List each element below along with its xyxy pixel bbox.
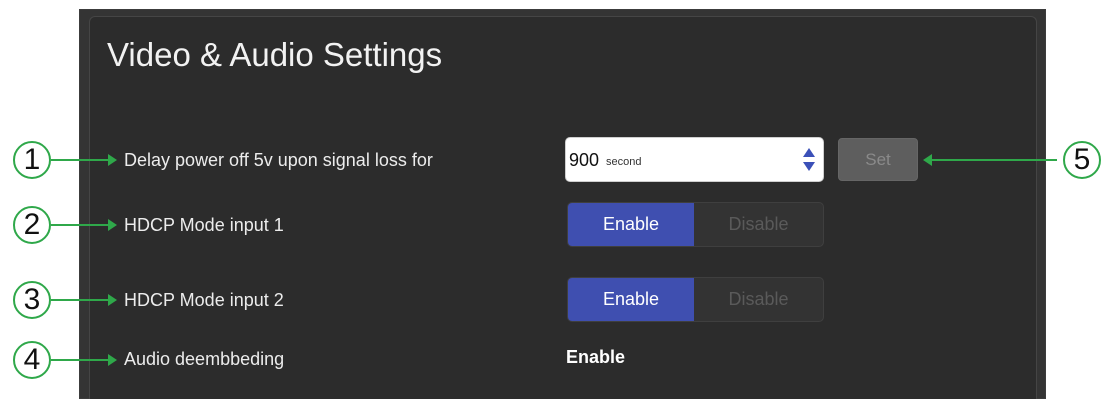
delay-seconds-value: 900 bbox=[569, 150, 600, 170]
stepper-down-icon[interactable] bbox=[803, 162, 815, 171]
audio-deembedding-label: Audio deembbeding bbox=[124, 349, 285, 369]
callout-arrow-4 bbox=[51, 354, 117, 366]
audio-deembedding-value: Enable bbox=[566, 347, 626, 367]
hdcp-input-1-enable-button[interactable]: Enable bbox=[568, 203, 694, 246]
callout-2: 2 bbox=[13, 206, 51, 244]
stepper-up-icon[interactable] bbox=[803, 148, 815, 157]
delay-unit-label: second bbox=[606, 156, 642, 168]
hdcp-input-2-label: HDCP Mode input 2 bbox=[124, 290, 284, 310]
callout-arrow-3 bbox=[51, 294, 117, 306]
callout-1: 1 bbox=[13, 141, 51, 179]
callout-3: 3 bbox=[13, 281, 51, 319]
delay-seconds-stepper[interactable]: 900 second bbox=[565, 137, 824, 182]
callout-5: 5 bbox=[1063, 141, 1101, 179]
hdcp-input-1-label: HDCP Mode input 1 bbox=[124, 215, 284, 235]
callout-arrow-2 bbox=[51, 219, 117, 231]
callout-arrow-5 bbox=[923, 154, 1057, 166]
delay-power-off-label: Delay power off 5v upon signal loss for bbox=[124, 150, 433, 170]
hdcp-input-1-toggle[interactable]: Enable Disable bbox=[567, 202, 824, 247]
page-title: Video & Audio Settings bbox=[107, 36, 443, 73]
callout-4: 4 bbox=[13, 341, 51, 379]
hdcp-input-2-disable-button[interactable]: Disable bbox=[694, 278, 823, 321]
stepper-arrows-icon[interactable] bbox=[803, 148, 815, 172]
callout-arrow-1 bbox=[51, 154, 117, 166]
set-button[interactable]: Set bbox=[838, 138, 918, 181]
hdcp-input-1-disable-button[interactable]: Disable bbox=[694, 203, 823, 246]
hdcp-input-2-enable-button[interactable]: Enable bbox=[568, 278, 694, 321]
hdcp-input-2-toggle[interactable]: Enable Disable bbox=[567, 277, 824, 322]
